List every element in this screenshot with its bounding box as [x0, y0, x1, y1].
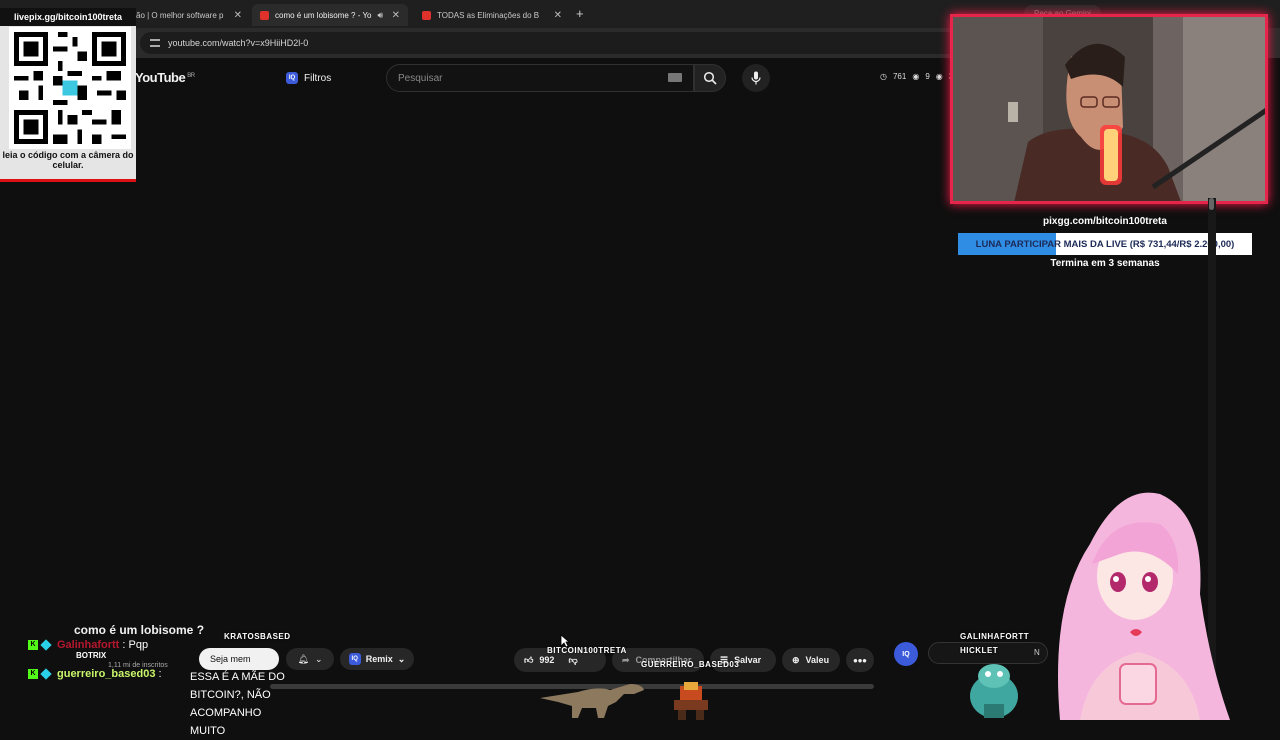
qr-caption: leia o código com a câmera do celular. [2, 150, 134, 170]
channel-name[interactable]: BOTRIX [76, 651, 106, 660]
tab-title: TODAS as Eliminações do B [437, 10, 540, 20]
eye-icon: ◉ [935, 72, 943, 81]
thanks-label: Valeu [805, 655, 830, 665]
viewer-tag: GALINHAFORTT [960, 632, 1030, 641]
youtube-favicon-icon [422, 10, 431, 20]
tab-title: como é um lobisome ? - Yo [275, 10, 372, 20]
tab-title: ão | O melhor software p [136, 10, 224, 20]
join-button[interactable]: Seja mem [199, 648, 279, 670]
chevron-down-icon: ⌄ [314, 653, 323, 664]
search-icon [703, 71, 717, 85]
close-tab-icon[interactable]: ✕ [392, 10, 400, 21]
viewer-tag: GUERREIRO_BASED03 [641, 660, 740, 669]
remix-label: Remix [365, 654, 393, 664]
chat-text: ESSA É A MÃE DO BITCOIN?, NÃO ACOMPANHO … [190, 671, 285, 737]
kick-icon: K [28, 640, 38, 651]
remix-button[interactable]: IQ Remix ⌄ [340, 648, 414, 670]
platform-icon [40, 639, 52, 651]
address-field[interactable]: youtube.com/watch?v=x9HiiHD2l-0 [140, 32, 960, 54]
stat-views: 9 [925, 72, 930, 81]
chat-message: K Galinhafortt : Pqp [28, 639, 148, 651]
robot-sprite [674, 682, 708, 720]
clock-icon: ◷ [880, 72, 887, 81]
youtube-favicon-icon [260, 10, 269, 20]
voice-search-button[interactable] [742, 64, 770, 92]
new-tab-icon[interactable]: + [576, 6, 584, 21]
chat-separator: : [119, 639, 129, 651]
like-button[interactable]: 👍︎ [524, 655, 533, 666]
filters-label: Filtros [304, 72, 332, 84]
chevron-down-icon: ⌄ [397, 653, 406, 664]
viewer-tag: KRATOSBASED [224, 632, 291, 641]
site-settings-icon[interactable] [150, 39, 160, 47]
close-tab-icon[interactable]: ✕ [554, 10, 562, 21]
chat-text: Pqp [128, 639, 149, 651]
iq-extension-button[interactable]: IQ [894, 642, 918, 666]
keyboard-icon[interactable] [668, 73, 682, 82]
notifications-button[interactable]: 🔔︎ ⌄ [286, 648, 334, 670]
iq-icon: IQ [348, 653, 361, 665]
iq-icon: IQ [286, 72, 298, 84]
browser-tab[interactable]: TODAS as Eliminações do B ✕ [414, 4, 570, 26]
dinosaur-sprite [540, 684, 644, 718]
stats-readout: ◷761 ◉9 ◉3 [880, 72, 953, 81]
qr-url: livepix.gg/bitcoin100treta [0, 8, 136, 26]
search-button[interactable] [694, 64, 726, 92]
mascot-sprite [970, 664, 1018, 718]
url-text: youtube.com/watch?v=x9HiiHD2l-0 [168, 38, 309, 48]
thanks-icon: ⊕ [792, 654, 800, 665]
webcam-feed [950, 14, 1268, 204]
streamer-photo [953, 17, 1265, 201]
vtuber-avatar [1058, 492, 1230, 720]
browser-tab-active[interactable]: como é um lobisome ? - Yo 🔊︎ ✕ [252, 4, 408, 26]
search-input[interactable]: Pesquisar [386, 64, 694, 92]
browser-tab[interactable]: ão | O melhor software p ✕ [128, 4, 250, 26]
filters-button[interactable]: IQ Filtros [276, 66, 341, 90]
chat-username: Galinhafortt [57, 639, 120, 651]
eye-icon: ◉ [912, 72, 920, 81]
search-placeholder: Pesquisar [398, 72, 443, 84]
close-tab-icon[interactable]: ✕ [234, 10, 242, 21]
logo-text: YouTube [135, 70, 186, 85]
video-title: como é um lobisome ? [74, 623, 205, 637]
youtube-logo[interactable]: YouTube BR [135, 70, 195, 85]
qr-code-icon [9, 27, 131, 149]
country-code: BR [187, 72, 195, 79]
mouse-cursor-icon [560, 634, 570, 648]
microphone-icon [751, 71, 761, 85]
speaker-icon[interactable]: 🔊︎ [378, 10, 384, 21]
dislike-button[interactable]: 👎︎ [568, 655, 577, 666]
viewer-tag: HICKLET [960, 646, 999, 655]
more-actions-button[interactable]: ••• [846, 648, 874, 672]
viewer-tag: BITCOIN100TRETA [547, 646, 627, 655]
share-icon: ➦ [622, 654, 630, 665]
like-count: 992 [539, 655, 555, 665]
bell-icon: 🔔︎ [297, 653, 309, 664]
scrollbar-thumb[interactable] [1209, 198, 1214, 210]
thanks-button[interactable]: ⊕ Valeu [782, 648, 840, 672]
stat-time: 761 [892, 72, 907, 81]
